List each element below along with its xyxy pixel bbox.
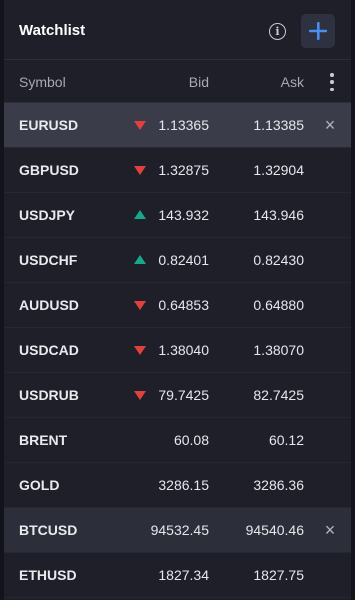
column-ask[interactable]: Ask bbox=[281, 74, 304, 90]
ask-value: 94540.46 bbox=[245, 522, 304, 538]
bid-value: 94532.45 bbox=[150, 522, 209, 538]
bid-value: 79.7425 bbox=[158, 387, 209, 403]
ask-value: 1.38070 bbox=[253, 342, 304, 358]
bid-value: 1.13365 bbox=[158, 117, 209, 133]
watchlist-rows: EURUSD 1.13365 1.13385 × GBPUSD 1.32875 1.3290… bbox=[4, 103, 351, 598]
arrow-up-icon bbox=[134, 255, 146, 264]
arrow-down-icon bbox=[134, 121, 146, 130]
bid-value: 1.38040 bbox=[158, 342, 209, 358]
remove-symbol-icon[interactable]: × bbox=[322, 116, 338, 134]
ask-value: 1827.75 bbox=[253, 567, 304, 583]
ask-value: 3286.36 bbox=[253, 477, 304, 493]
symbol-label: USDRUB bbox=[19, 387, 79, 403]
arrow-down-icon bbox=[134, 391, 146, 400]
watchlist-row[interactable]: EURUSD 1.13365 1.13385 × bbox=[4, 103, 351, 148]
watchlist-row[interactable]: USDCHF 0.82401 0.82430 bbox=[4, 238, 351, 283]
column-symbol[interactable]: Symbol bbox=[19, 74, 66, 90]
watchlist-row[interactable]: USDCAD 1.38040 1.38070 bbox=[4, 328, 351, 373]
watchlist-row[interactable]: ETHUSD 1827.34 1827.75 bbox=[4, 553, 351, 598]
watchlist-row[interactable]: USDJPY 143.932 143.946 bbox=[4, 193, 351, 238]
symbol-label: USDJPY bbox=[19, 207, 76, 223]
bid-value: 3286.15 bbox=[158, 477, 209, 493]
ask-value: 60.12 bbox=[268, 432, 304, 448]
arrow-down-icon bbox=[134, 166, 146, 175]
symbol-label: EURUSD bbox=[19, 117, 79, 133]
add-symbol-button[interactable] bbox=[301, 14, 335, 48]
ask-value: 0.64880 bbox=[253, 297, 304, 313]
plus-icon bbox=[309, 22, 327, 40]
symbol-label: USDCHF bbox=[19, 252, 78, 268]
watchlist-row[interactable]: GOLD 3286.15 3286.36 bbox=[4, 463, 351, 508]
arrow-up-icon bbox=[134, 210, 146, 219]
ask-value: 0.82430 bbox=[253, 252, 304, 268]
watchlist-header: Watchlist i bbox=[4, 0, 351, 60]
symbol-label: BTCUSD bbox=[19, 522, 78, 538]
bid-value: 0.82401 bbox=[158, 252, 209, 268]
arrow-down-icon bbox=[134, 301, 146, 310]
symbol-label: USDCAD bbox=[19, 342, 79, 358]
watchlist-panel: Watchlist i Symbol Bid Ask EURUSD 1.13365… bbox=[4, 0, 351, 600]
symbol-label: BRENT bbox=[19, 432, 68, 448]
bid-value: 0.64853 bbox=[158, 297, 209, 313]
watchlist-row[interactable]: BTCUSD 94532.45 94540.46 × bbox=[4, 508, 351, 553]
watchlist-title: Watchlist bbox=[19, 22, 86, 39]
ask-value: 1.13385 bbox=[253, 117, 304, 133]
symbol-label: AUDUSD bbox=[19, 297, 79, 313]
column-headers: Symbol Bid Ask bbox=[4, 60, 351, 103]
symbol-label: GBPUSD bbox=[19, 162, 79, 178]
watchlist-row[interactable]: USDRUB 79.7425 82.7425 bbox=[4, 373, 351, 418]
bid-value: 60.08 bbox=[173, 432, 209, 448]
remove-symbol-icon[interactable]: × bbox=[322, 521, 338, 539]
arrow-down-icon bbox=[134, 346, 146, 355]
watchlist-row[interactable]: GBPUSD 1.32875 1.32904 bbox=[4, 148, 351, 193]
column-bid[interactable]: Bid bbox=[189, 74, 209, 90]
symbol-label: ETHUSD bbox=[19, 567, 77, 583]
watchlist-row[interactable]: AUDUSD 0.64853 0.64880 bbox=[4, 283, 351, 328]
ask-value: 82.7425 bbox=[253, 387, 304, 403]
more-options-icon[interactable] bbox=[329, 73, 335, 91]
bid-value: 1.32875 bbox=[158, 162, 209, 178]
symbol-label: GOLD bbox=[19, 477, 60, 493]
bid-value: 1827.34 bbox=[158, 567, 209, 583]
info-icon[interactable]: i bbox=[269, 23, 286, 40]
watchlist-row[interactable]: BRENT 60.08 60.12 bbox=[4, 418, 351, 463]
ask-value: 143.946 bbox=[253, 207, 304, 223]
bid-value: 143.932 bbox=[158, 207, 209, 223]
ask-value: 1.32904 bbox=[253, 162, 304, 178]
